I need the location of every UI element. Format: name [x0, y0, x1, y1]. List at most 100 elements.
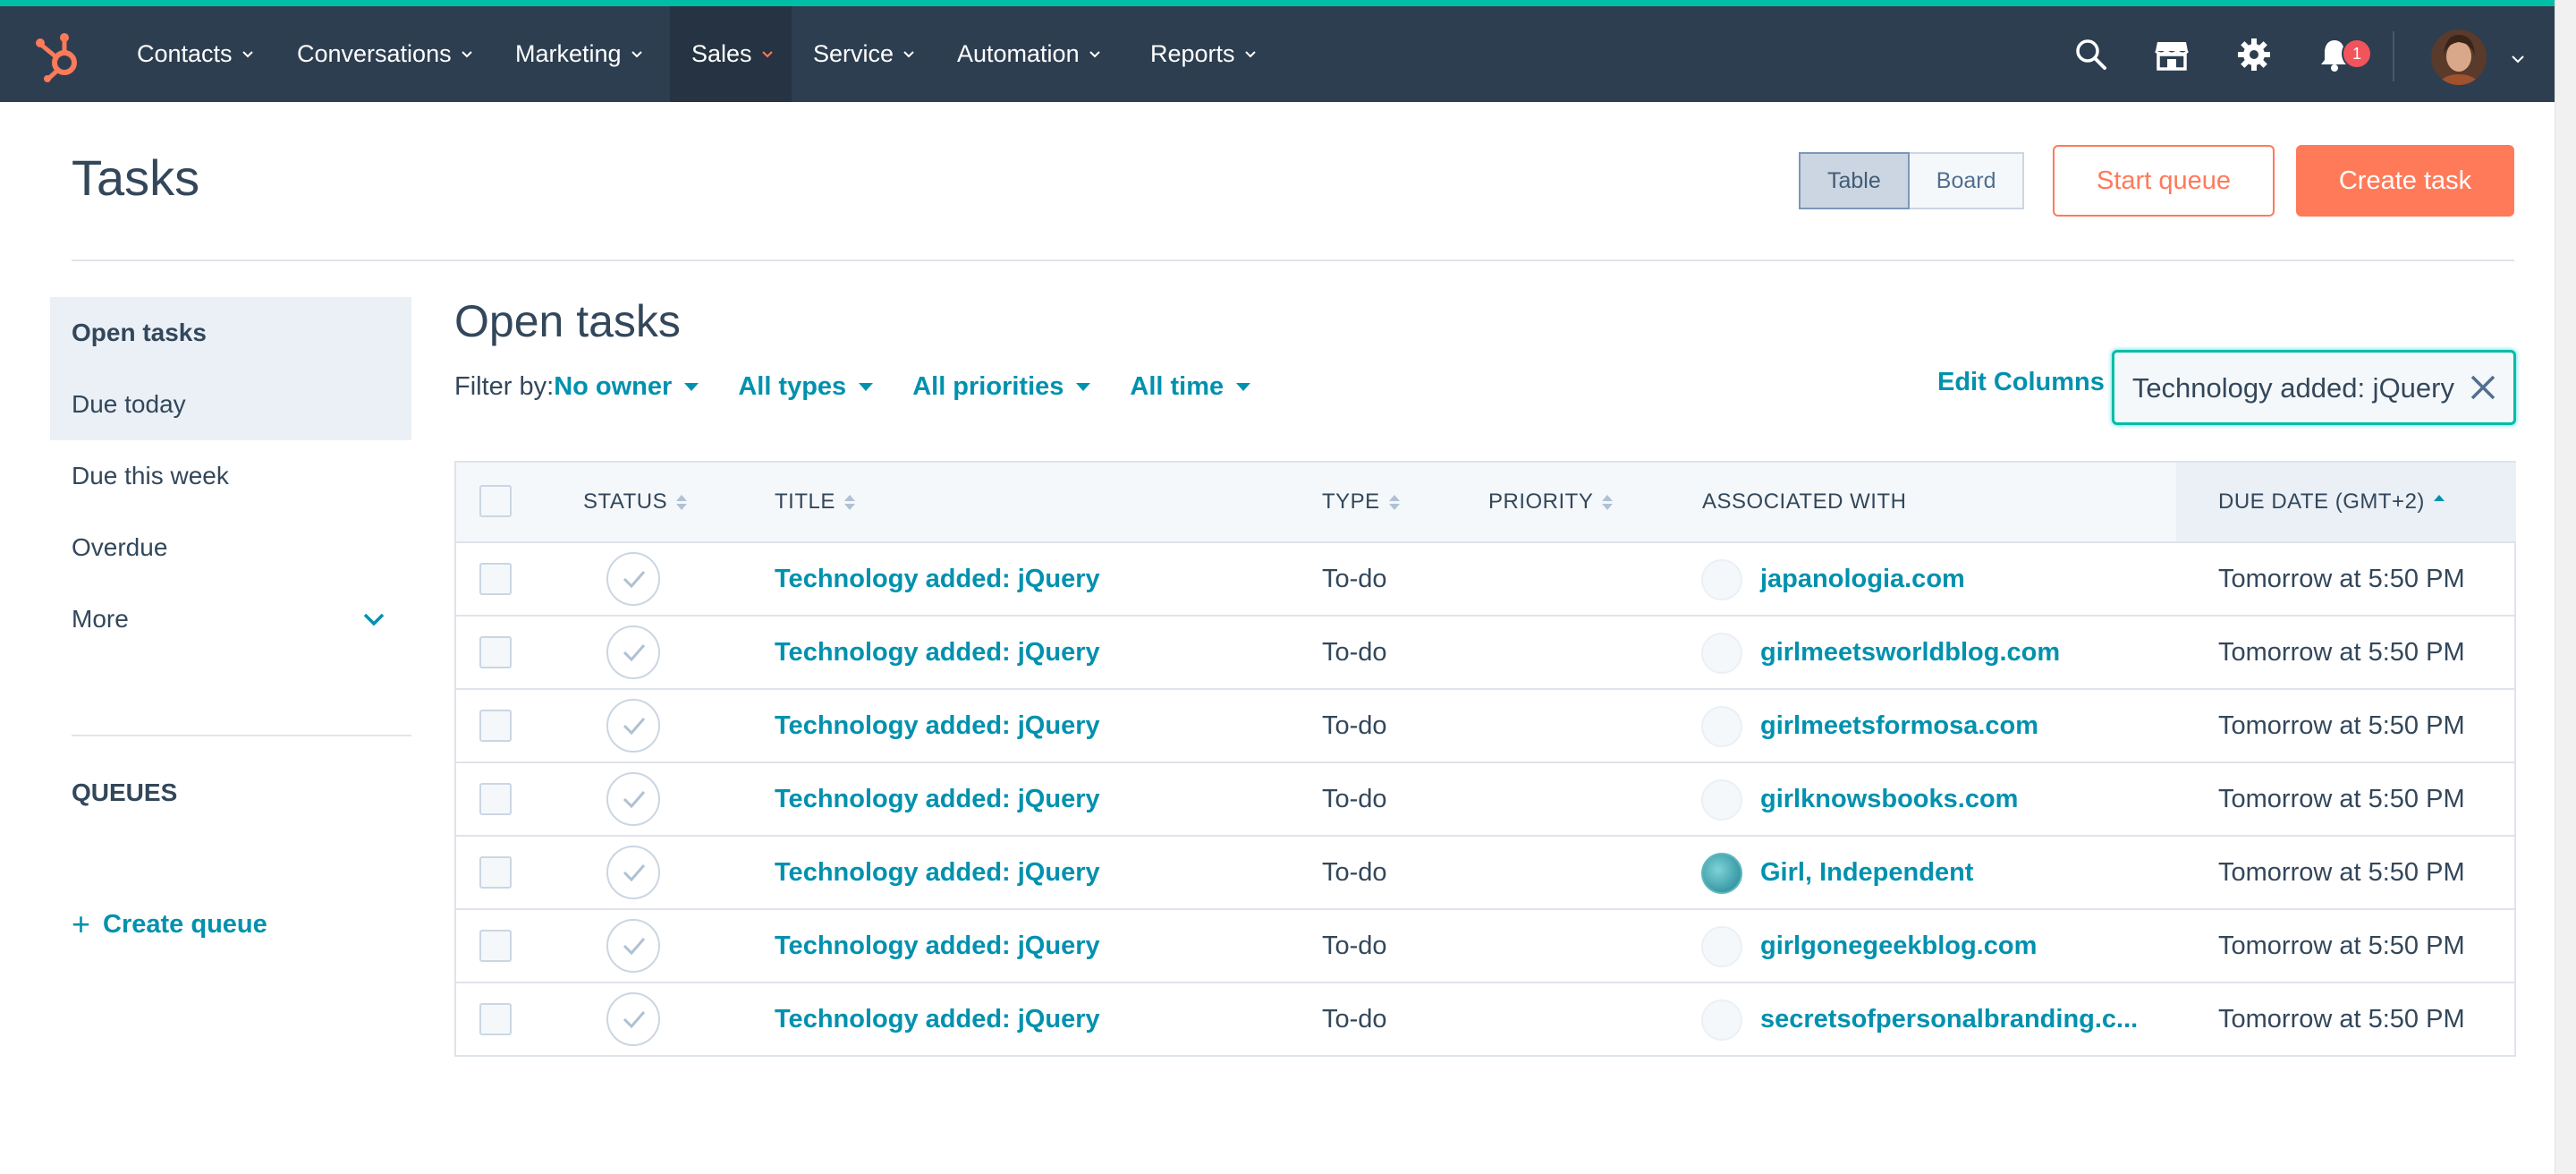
task-title-link[interactable]: Technology added: jQuery [775, 763, 1100, 835]
nav-automation[interactable]: Automation [945, 6, 1114, 102]
checkmark-icon [623, 938, 646, 956]
owner-filter-dropdown[interactable]: No owner [554, 372, 699, 402]
task-title-link[interactable]: Technology added: jQuery [775, 617, 1100, 688]
complete-task-button[interactable] [606, 992, 660, 1046]
task-title-link[interactable]: Technology added: jQuery [775, 910, 1100, 982]
complete-task-button[interactable] [606, 919, 660, 973]
associated-record-link[interactable]: girlmeetsworldblog.com [1760, 617, 2060, 688]
sidebar-item-label: Overdue [72, 533, 168, 561]
marketplace-icon[interactable] [2154, 37, 2190, 72]
sidebar-item-more[interactable]: More [50, 583, 411, 655]
associated-record-link[interactable]: japanologia.com [1760, 543, 1965, 615]
task-type: To-do [1322, 784, 1387, 813]
complete-task-button[interactable] [606, 846, 660, 899]
task-due-date: Tomorrow at 5:50 PM [2218, 1004, 2465, 1034]
complete-task-button[interactable] [606, 552, 660, 606]
sidebar-divider [72, 735, 411, 736]
sidebar-item-due-today[interactable]: Due today [50, 369, 411, 440]
associated-record-link[interactable]: girlgonegeekblog.com [1760, 910, 2037, 982]
row-checkbox[interactable] [479, 783, 512, 815]
column-header-label: STATUS [583, 489, 668, 514]
column-header-label: TYPE [1322, 489, 1380, 514]
row-checkbox[interactable] [479, 710, 512, 742]
complete-task-button[interactable] [606, 772, 660, 826]
page-scrollbar[interactable] [2555, 0, 2576, 1174]
column-header-associated-with: ASSOCIATED WITH [1702, 463, 1906, 541]
avatar-image [2431, 30, 2487, 85]
table-row: Technology added: jQuery To-do girlmeets… [456, 690, 2514, 763]
row-checkbox[interactable] [479, 636, 512, 668]
nav-marketing[interactable]: Marketing [503, 6, 656, 102]
nav-conversations[interactable]: Conversations [284, 6, 486, 102]
close-icon[interactable] [2469, 373, 2497, 402]
complete-task-button[interactable] [606, 699, 660, 753]
row-checkbox[interactable] [479, 930, 512, 962]
associated-record-link[interactable]: girlmeetsformosa.com [1760, 690, 2038, 761]
associated-record-link[interactable]: Girl, Independent [1760, 837, 1973, 908]
create-task-button[interactable]: Create task [2296, 145, 2514, 217]
select-all-checkbox[interactable] [479, 485, 512, 517]
task-title-link[interactable]: Technology added: jQuery [775, 837, 1100, 908]
gear-icon[interactable] [2236, 37, 2272, 72]
company-icon [1701, 559, 1742, 600]
task-type: To-do [1322, 564, 1387, 593]
column-header-status[interactable]: STATUS [583, 463, 688, 541]
sidebar-item-label: More [72, 605, 129, 633]
chevron-down-icon [761, 50, 773, 57]
search-icon[interactable] [2073, 37, 2109, 72]
avatar[interactable] [2431, 30, 2487, 85]
task-type: To-do [1322, 1004, 1387, 1034]
notification-badge: 1 [2342, 38, 2372, 69]
nav-reports[interactable]: Reports [1138, 6, 1269, 102]
column-header-type[interactable]: TYPE [1322, 463, 1400, 541]
row-checkbox[interactable] [479, 563, 512, 595]
chevron-down-icon [461, 50, 472, 57]
table-view-button[interactable]: Table [1799, 152, 1910, 209]
nav-label: Contacts [137, 40, 233, 67]
top-navigation-bar: Contacts Conversations Marketing Sales S… [0, 0, 2555, 102]
nav-label: Automation [957, 40, 1080, 67]
row-checkbox[interactable] [479, 856, 512, 889]
start-queue-button[interactable]: Start queue [2053, 145, 2275, 217]
nav-contacts[interactable]: Contacts [124, 6, 267, 102]
time-filter-dropdown[interactable]: All time [1130, 371, 1251, 402]
view-toggle: Table Board [1799, 152, 2025, 209]
nav-label: Marketing [515, 40, 622, 67]
column-header-due-date[interactable]: DUE DATE (GMT+2) [2218, 463, 2445, 541]
checkmark-icon [623, 571, 646, 589]
nav-service[interactable]: Service [801, 6, 928, 102]
sidebar-item-overdue[interactable]: Overdue [50, 512, 411, 583]
task-title-link[interactable]: Technology added: jQuery [775, 690, 1100, 761]
task-search-input[interactable] [2131, 353, 2456, 424]
row-checkbox[interactable] [479, 1003, 512, 1035]
nav-sales[interactable]: Sales [670, 6, 792, 102]
chevron-down-icon[interactable] [2510, 51, 2526, 67]
task-due-date: Tomorrow at 5:50 PM [2218, 784, 2465, 813]
chevron-down-icon [903, 50, 914, 57]
task-type: To-do [1322, 857, 1387, 887]
edit-columns-link[interactable]: Edit Columns [1937, 368, 2105, 397]
time-filter-value: All time [1130, 371, 1224, 401]
sidebar-item-due-this-week[interactable]: Due this week [50, 440, 411, 512]
create-queue-link[interactable]: + Create queue [72, 906, 267, 943]
caret-down-icon [1076, 382, 1091, 391]
board-view-button[interactable]: Board [1909, 152, 2025, 209]
task-title-link[interactable]: Technology added: jQuery [775, 983, 1100, 1055]
page-title: Tasks [72, 149, 200, 206]
associated-record-link[interactable]: secretsofpersonalbranding.c... [1760, 983, 2138, 1055]
queues-heading: QUEUES [72, 778, 178, 806]
priority-filter-dropdown[interactable]: All priorities [912, 372, 1091, 402]
caret-down-icon [1236, 382, 1251, 391]
associated-record-link[interactable]: girlknowsbooks.com [1760, 763, 2018, 835]
column-header-title[interactable]: TITLE [775, 463, 855, 541]
filter-label: Filter by: [454, 371, 555, 401]
complete-task-button[interactable] [606, 625, 660, 679]
sidebar-item-open-tasks[interactable]: Open tasks [50, 297, 411, 369]
task-title-link[interactable]: Technology added: jQuery [775, 543, 1100, 615]
chevron-down-icon[interactable] [361, 607, 386, 632]
checkmark-icon [623, 644, 646, 662]
column-header-priority[interactable]: PRIORITY [1488, 463, 1614, 541]
hubspot-logo[interactable] [34, 30, 82, 82]
type-filter-dropdown[interactable]: All types [738, 372, 874, 402]
task-due-date: Tomorrow at 5:50 PM [2218, 564, 2465, 593]
